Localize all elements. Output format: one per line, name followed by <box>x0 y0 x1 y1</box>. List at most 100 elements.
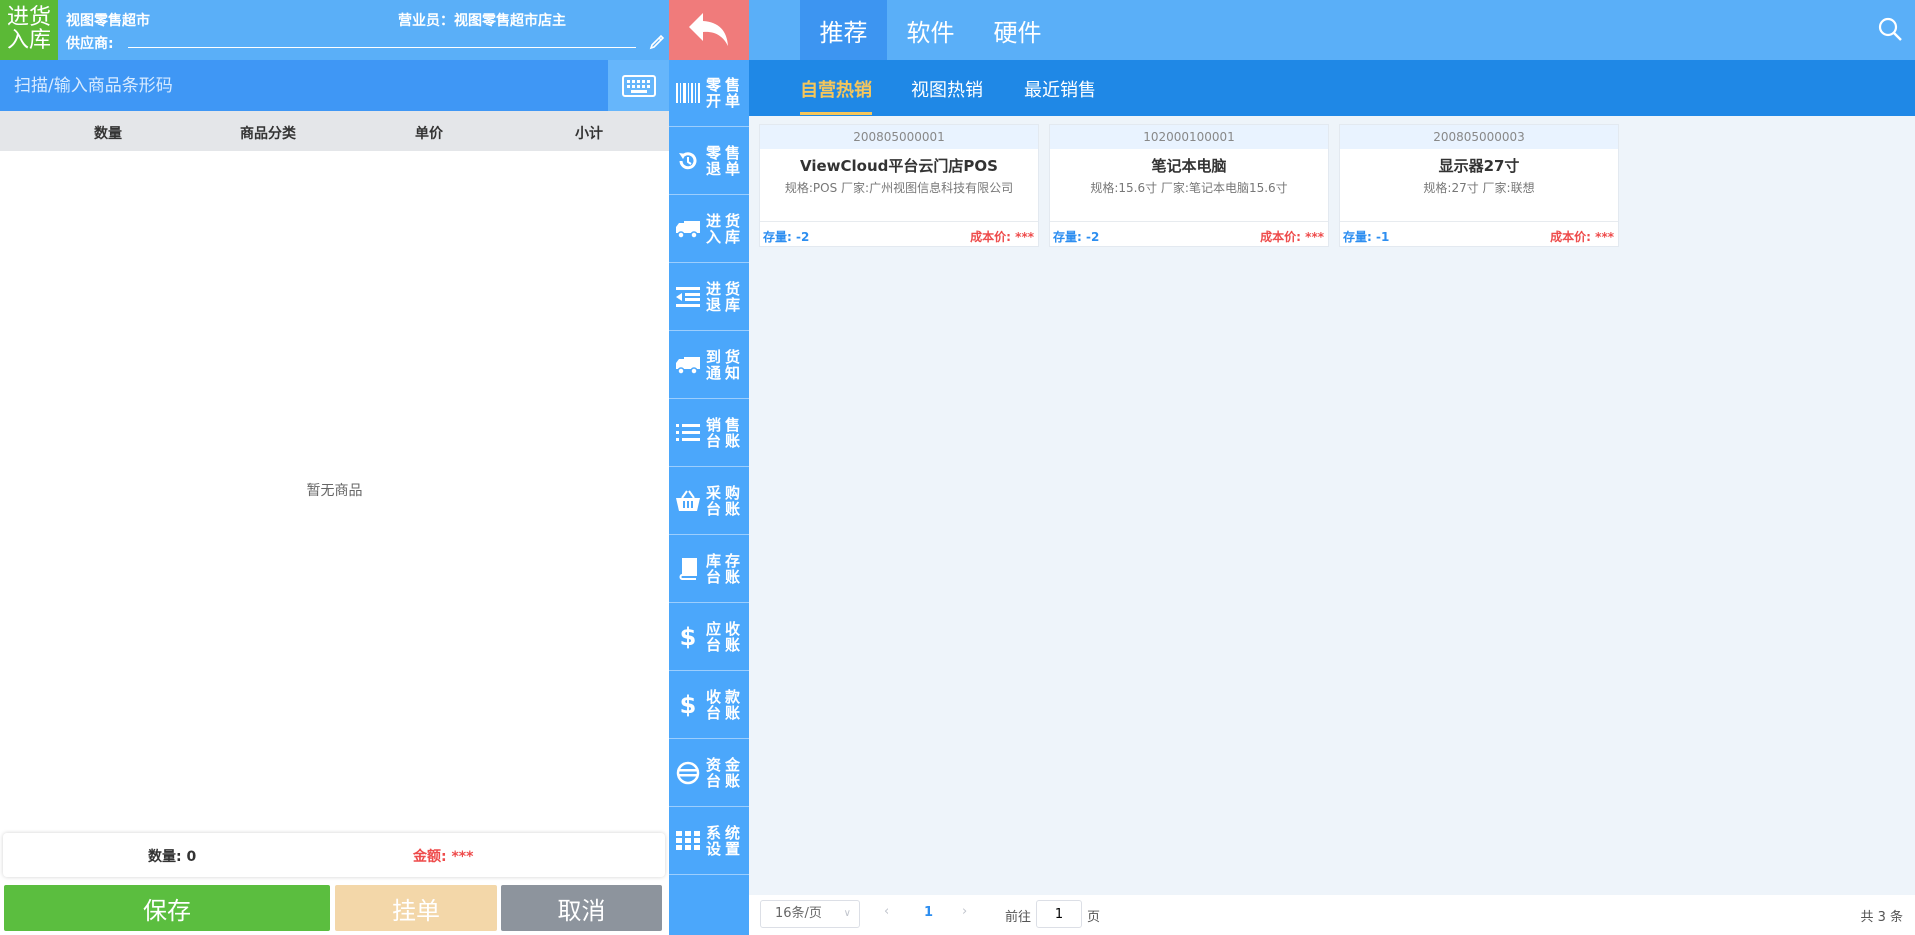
list-icon <box>673 418 703 448</box>
stock-label: 存量: <box>1343 230 1372 244</box>
amount-value: *** <box>451 849 474 865</box>
tab-view-hot-sales[interactable]: 视图热销 <box>911 76 983 102</box>
barcode-input[interactable] <box>0 60 608 111</box>
cart-table-header: 数量 商品分类 单价 小计 <box>0 111 669 151</box>
menu-item-fund-ledger[interactable]: 资金 台账 <box>669 740 749 807</box>
tab-recommended[interactable]: 推荐 <box>800 0 887 60</box>
menu-item-label: 系统 设置 <box>705 824 744 858</box>
product-name: ViewCloud平台云门店POS <box>800 157 998 175</box>
product-stock: 存量: -2 <box>763 228 809 245</box>
quantity-value: 0 <box>186 849 197 865</box>
stock-value: -2 <box>1086 230 1100 244</box>
amount-summary: 金额: *** <box>413 846 473 866</box>
column-header: 小计 <box>575 126 603 142</box>
mode-badge: 进货 入库 <box>0 0 58 60</box>
chevron-down-icon: ∨ <box>843 908 851 919</box>
product-spec: 规格:27寸 厂家:联想 <box>1423 181 1535 195</box>
basket-icon <box>673 486 703 516</box>
cart-summary: 数量: 0 金额: *** <box>3 833 665 877</box>
menu-item-inventory-ledger[interactable]: 库存 台账 <box>669 536 749 603</box>
menu-item-purchase-ledger[interactable]: 采购 台账 <box>669 468 749 535</box>
barcode-icon <box>673 78 703 108</box>
menu-item-sales-ledger[interactable]: 销售 台账 <box>669 400 749 467</box>
tab-own-hot-sales[interactable]: 自营热销 <box>800 76 872 102</box>
menu-item-system-settings[interactable]: 系统 设置 <box>669 808 749 875</box>
menu-item-label: 进货 入库 <box>705 212 744 246</box>
search-icon[interactable] <box>1877 16 1903 42</box>
menu-item-receivable-ledger[interactable]: $ 应收 台账 <box>669 604 749 671</box>
cost-value: *** <box>1595 230 1614 244</box>
product-stock: 存量: -1 <box>1343 228 1389 245</box>
menu-item-retail-return[interactable]: 零售 退单 <box>669 128 749 195</box>
cost-value: *** <box>1015 230 1034 244</box>
truck-icon <box>673 214 703 244</box>
sales-tabs: 自营热销 视图热销 最近销售 <box>749 60 1915 116</box>
tab-hardware[interactable]: 硬件 <box>974 0 1061 60</box>
product-card[interactable]: 200805000001 ViewCloud平台云门店POS 规格:POS 厂家… <box>759 124 1039 247</box>
prev-page-icon[interactable]: ‹ <box>884 904 889 919</box>
staff-label: 营业员： <box>398 13 454 29</box>
tab-recent-sales[interactable]: 最近销售 <box>1024 76 1096 102</box>
product-footer: 存量: -1 成本价: *** <box>1340 221 1618 247</box>
cancel-button[interactable]: 取消 <box>501 885 662 931</box>
menu-item-arrival-notice[interactable]: 到货 通知 <box>669 332 749 399</box>
cost-label: 成本价: <box>1550 230 1591 244</box>
truck-icon <box>673 350 703 380</box>
cost-label: 成本价: <box>1260 230 1301 244</box>
menu-item-label: 库存 台账 <box>705 552 744 586</box>
product-cost: 成本价: *** <box>970 228 1034 245</box>
next-page-icon[interactable]: › <box>962 904 967 919</box>
product-spec: 规格:15.6寸 厂家:笔记本电脑15.6寸 <box>1090 181 1288 195</box>
menu-item-purchase-return[interactable]: 进货 退库 <box>669 264 749 331</box>
active-tab-indicator <box>800 112 872 115</box>
save-button[interactable]: 保存 <box>4 885 330 931</box>
stock-value: -1 <box>1376 230 1390 244</box>
goto-label: 前往 <box>1005 910 1032 925</box>
cost-value: *** <box>1305 230 1324 244</box>
pagination: 16条/页 ∨ ‹ 1 › 前往 页 共 3 条 <box>749 895 1915 935</box>
menu-item-payment-ledger[interactable]: $ 收款 台账 <box>669 672 749 739</box>
menu-item-retail-order[interactable]: 零售 开单 <box>669 60 749 127</box>
page-size-value: 16条/页 <box>775 906 822 921</box>
quantity-label: 数量: <box>148 849 182 865</box>
keyboard-button[interactable] <box>608 60 669 111</box>
menu-item-label: 到货 通知 <box>705 348 744 382</box>
page-jump-input[interactable] <box>1036 900 1082 928</box>
dollar-icon: $ <box>679 623 697 651</box>
page-number[interactable]: 1 <box>924 905 933 920</box>
menu-item-label: 零售 退单 <box>705 144 744 178</box>
product-card[interactable]: 102000100001 笔记本电脑 规格:15.6寸 厂家:笔记本电脑15.6… <box>1049 124 1329 247</box>
tab-software[interactable]: 软件 <box>887 0 974 60</box>
supplier-field[interactable] <box>128 47 636 48</box>
staff-info: 营业员：视图零售超市店主 <box>398 10 566 30</box>
product-spec: 规格:POS 厂家:广州视图信息科技有限公司 <box>784 181 1014 195</box>
cost-label: 成本价: <box>970 230 1011 244</box>
amount-label: 金额: <box>413 849 447 865</box>
scan-bar <box>0 60 669 111</box>
staff-name: 视图零售超市店主 <box>454 13 566 29</box>
menu-item-label: 进货 退库 <box>705 280 744 314</box>
product-name: 笔记本电脑 <box>1151 157 1227 175</box>
page-size-select[interactable]: 16条/页 ∨ <box>760 900 860 928</box>
menu-item-label: 采购 台账 <box>705 484 744 518</box>
menu-item-label: 销售 台账 <box>705 416 744 450</box>
outdent-icon <box>673 282 703 312</box>
product-cost: 成本价: *** <box>1550 228 1614 245</box>
product-footer: 存量: -2 成本价: *** <box>760 221 1038 247</box>
product-code: 200805000001 <box>760 125 1038 149</box>
menu-item-purchase-in[interactable]: 进货 入库 <box>669 196 749 263</box>
empty-cart-text: 暂无商品 <box>306 483 363 499</box>
column-header: 数量 <box>94 126 122 142</box>
product-card[interactable]: 200805000003 显示器27寸 规格:27寸 厂家:联想 存量: -1 … <box>1339 124 1619 247</box>
menu-item-label: 零售 开单 <box>705 76 744 110</box>
dollar-icon: $ <box>679 691 697 719</box>
edit-icon[interactable] <box>648 30 668 50</box>
product-cost: 成本价: *** <box>1260 228 1324 245</box>
grid-icon <box>673 826 703 856</box>
keyboard-icon <box>621 74 656 97</box>
stock-value: -2 <box>796 230 810 244</box>
menu-item-label: 应收 台账 <box>705 620 744 654</box>
column-header: 商品分类 <box>240 126 296 142</box>
back-button[interactable] <box>669 0 749 60</box>
hold-order-button[interactable]: 挂单 <box>335 885 497 931</box>
